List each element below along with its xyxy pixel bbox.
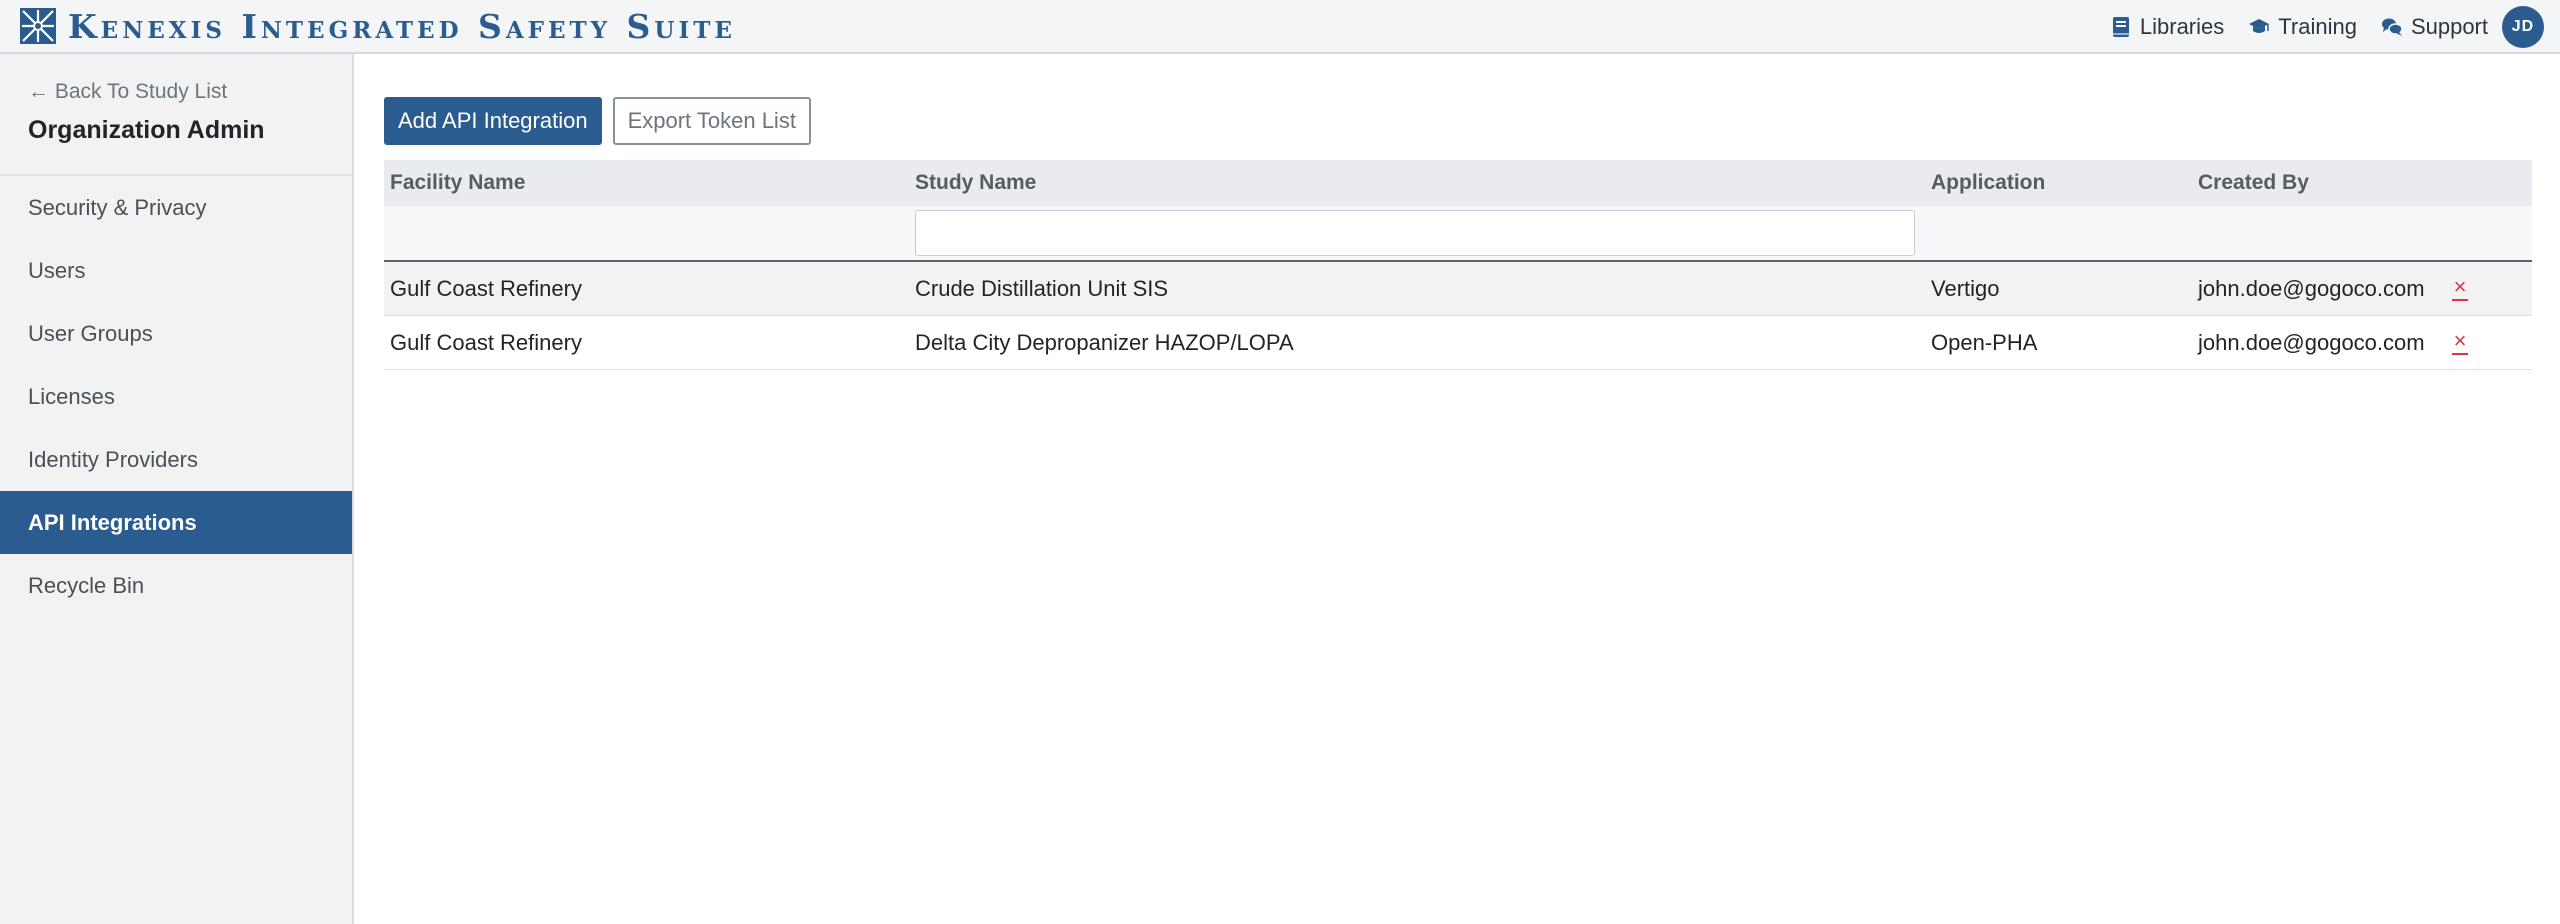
column-header-facility-name[interactable]: Facility Name — [390, 171, 525, 195]
sidebar-item-api-integrations[interactable]: API Integrations — [0, 491, 352, 554]
top-header: Kenexis Integrated Safety Suite Librarie… — [0, 0, 2560, 54]
back-to-study-list-link[interactable]: ← Back To Study List — [28, 80, 227, 104]
sidebar-title: Organization Admin — [28, 116, 265, 144]
sidebar-item-user-groups[interactable]: User Groups — [0, 302, 352, 365]
main-content: Add API Integration Export Token List Fa… — [356, 54, 2560, 924]
facility-name-cell: Gulf Coast Refinery — [390, 275, 582, 301]
sidebar-item-users[interactable]: Users — [0, 239, 352, 302]
table-row[interactable]: Gulf Coast Refinery Delta City Depropani… — [384, 316, 2532, 370]
support-link[interactable]: Support — [2381, 14, 2488, 40]
sidebar-item-recycle-bin[interactable]: Recycle Bin — [0, 554, 352, 617]
sidebar-item-security-privacy[interactable]: Security & Privacy — [0, 176, 352, 239]
sidebar-item-licenses[interactable]: Licenses — [0, 365, 352, 428]
brand[interactable]: Kenexis Integrated Safety Suite — [20, 8, 736, 44]
book-icon — [2112, 17, 2129, 37]
toolbar: Add API Integration Export Token List — [384, 97, 811, 145]
sidebar-item-identity-providers[interactable]: Identity Providers — [0, 428, 352, 491]
column-header-study-name[interactable]: Study Name — [915, 171, 1036, 195]
api-integrations-table: Facility Name Study Name Application Cre… — [384, 160, 2532, 370]
table-header: Facility Name Study Name Application Cre… — [384, 160, 2532, 206]
support-label: Support — [2410, 14, 2488, 39]
user-avatar[interactable]: JD — [2502, 6, 2544, 48]
chat-bubbles-icon — [2381, 18, 2403, 36]
header-links: Libraries Training Support JD — [2086, 0, 2544, 54]
study-name-cell: Crude Distillation Unit SIS — [915, 275, 1169, 301]
app-title: Kenexis Integrated Safety Suite — [68, 6, 736, 46]
table-filter-row — [384, 206, 2532, 262]
sidebar: ← Back To Study List Organization Admin … — [0, 54, 354, 924]
created-by-cell: john.doe@gogoco.com — [2198, 275, 2425, 301]
export-token-list-button[interactable]: Export Token List — [612, 97, 811, 145]
column-header-created-by[interactable]: Created By — [2198, 171, 2309, 195]
training-label: Training — [2278, 14, 2357, 39]
facility-name-cell: Gulf Coast Refinery — [390, 329, 582, 355]
table-row[interactable]: Gulf Coast Refinery Crude Distillation U… — [384, 262, 2532, 316]
graduation-cap-icon — [2249, 19, 2270, 33]
application-cell: Vertigo — [1931, 275, 2000, 301]
sidebar-nav: Security & Privacy Users User Groups Lic… — [0, 176, 352, 617]
libraries-link[interactable]: Libraries — [2110, 14, 2224, 40]
delete-icon[interactable]: × — [2452, 329, 2468, 355]
delete-icon[interactable]: × — [2452, 275, 2468, 301]
training-link[interactable]: Training — [2248, 14, 2357, 40]
study-name-cell: Delta City Depropanizer HAZOP/LOPA — [915, 329, 1294, 355]
libraries-label: Libraries — [2139, 14, 2225, 39]
add-api-integration-button[interactable]: Add API Integration — [384, 97, 602, 145]
created-by-cell: john.doe@gogoco.com — [2198, 329, 2425, 355]
kenexis-logo-icon — [20, 8, 56, 44]
application-cell: Open-PHA — [1931, 329, 2038, 355]
column-header-application[interactable]: Application — [1931, 171, 2045, 195]
study-name-filter-input[interactable] — [915, 210, 1915, 256]
sidebar-header: ← Back To Study List Organization Admin — [0, 54, 352, 176]
